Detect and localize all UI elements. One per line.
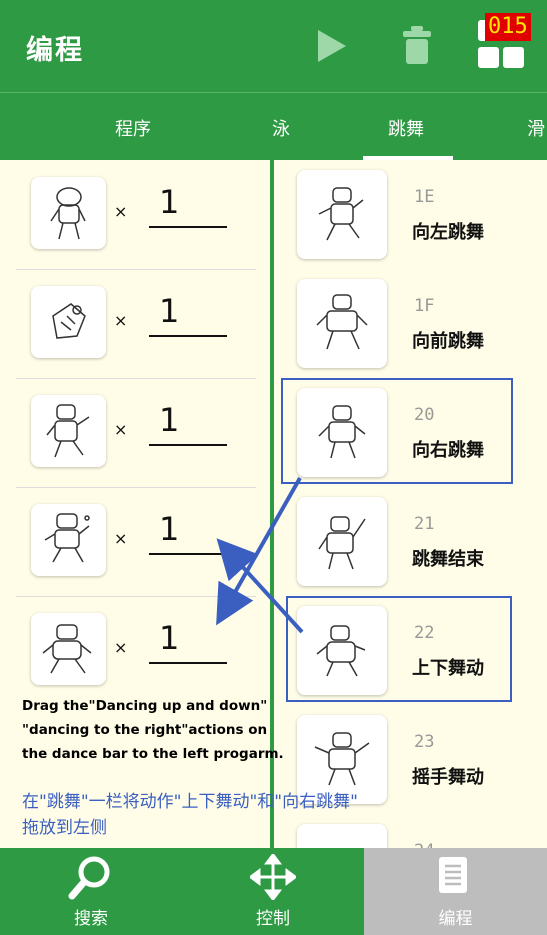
bottom-nav: 搜索 控制 编程 — [0, 848, 547, 935]
instruction-english: Drag the"Dancing up and down" "dancing t… — [22, 698, 284, 762]
instruction-chinese: 在"跳舞"一栏将动作"上下舞动"和"向右跳舞" 拖放到左侧 — [22, 792, 358, 838]
search-icon — [68, 856, 110, 900]
move-icon — [250, 854, 296, 900]
list-icon — [439, 857, 467, 893]
nav-control[interactable]: 控制 — [182, 848, 364, 935]
nav-programming[interactable]: 编程 — [364, 848, 547, 935]
nav-search[interactable]: 搜索 — [0, 848, 182, 935]
arrow-up-left — [216, 538, 304, 634]
